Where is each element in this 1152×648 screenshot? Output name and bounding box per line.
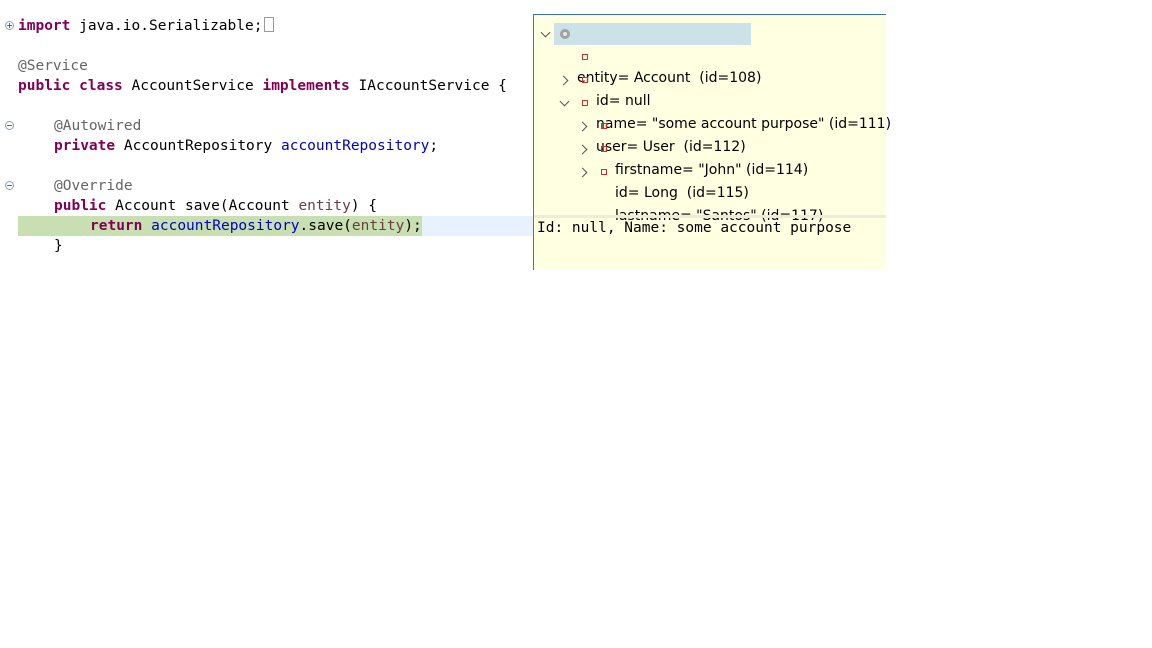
field-icon <box>582 100 588 106</box>
code-line-import: import java.io.Serializable; <box>18 16 275 36</box>
field-icon <box>601 146 607 152</box>
pane-divider[interactable] <box>534 215 886 218</box>
code-line-autowired: @Autowired <box>54 118 142 134</box>
folded-imports-icon[interactable] <box>264 17 275 32</box>
code-line-service-annotation: @Service <box>18 58 88 74</box>
tree-row-user[interactable]: user= User (id=112) <box>578 92 746 155</box>
details-pane[interactable]: Id: null, Name: some account purpose <box>537 220 851 236</box>
code-line-close-brace: } <box>54 238 63 254</box>
field-icon <box>582 77 588 83</box>
code-line-field: private AccountRepository accountReposit… <box>54 138 439 154</box>
tree-row-lastname[interactable]: lastname= "Santos" (id=117) <box>597 161 823 224</box>
object-icon <box>560 29 570 39</box>
tree-row-firstname[interactable]: firstname= "John" (id=114) <box>597 115 808 178</box>
collapse-field-icon[interactable] <box>5 121 14 130</box>
code-line-override: @Override <box>54 178 133 194</box>
tree-row-name[interactable]: name= "some account purpose" (id=111) <box>578 69 891 132</box>
tree-row-user-id[interactable]: id= Long (id=115) <box>597 138 749 201</box>
collapse-method-icon[interactable] <box>5 181 14 190</box>
field-icon <box>582 54 588 60</box>
tree-row-id[interactable]: id= null <box>578 46 650 109</box>
chevron-down-icon[interactable] <box>540 27 551 38</box>
inspect-popup[interactable]: entity= Account (id=108) id= null name= … <box>533 14 891 270</box>
field-icon <box>601 169 607 175</box>
tree-row-entity[interactable]: entity= Account (id=108) <box>554 23 761 86</box>
field-icon <box>601 123 607 129</box>
code-line-class-declaration: public class AccountService implements I… <box>18 78 507 94</box>
code-line-return-highlighted: return accountRepository.save(entity); <box>18 216 422 236</box>
expand-import-icon[interactable] <box>5 21 14 30</box>
code-line-method-signature: public Account save(Account entity) { <box>54 198 378 214</box>
